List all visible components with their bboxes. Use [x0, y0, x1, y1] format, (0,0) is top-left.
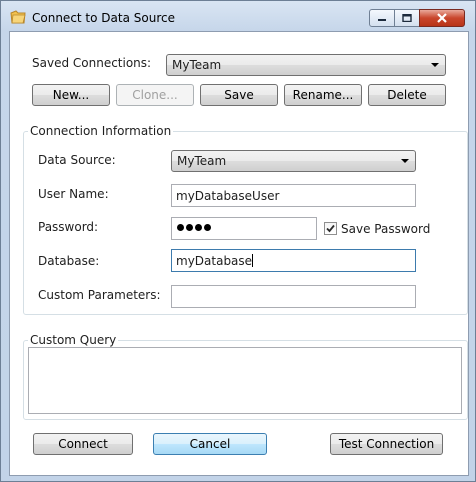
saved-connections-select[interactable]: MyTeam: [166, 54, 446, 76]
clone-button[interactable]: Clone...: [116, 84, 194, 106]
new-button[interactable]: New...: [32, 84, 110, 106]
custom-query-textarea[interactable]: [28, 347, 462, 414]
save-button[interactable]: Save: [200, 84, 278, 106]
text-caret: [252, 254, 254, 267]
chevron-down-icon: [431, 63, 439, 67]
custom-parameters-label: Custom Parameters:: [38, 288, 161, 302]
chevron-down-icon: [401, 159, 409, 163]
folder-icon: [10, 10, 26, 24]
test-connection-button[interactable]: Test Connection: [330, 433, 443, 455]
minimize-button[interactable]: [369, 9, 395, 27]
database-value: myDatabase: [176, 254, 253, 268]
rename-button[interactable]: Rename...: [284, 84, 362, 106]
connect-button[interactable]: Connect: [33, 433, 133, 455]
data-source-label: Data Source:: [38, 153, 116, 167]
close-icon: [437, 13, 447, 23]
user-name-value: myDatabaseUser: [176, 189, 280, 203]
maximize-icon: [402, 14, 412, 22]
data-source-select[interactable]: MyTeam: [171, 150, 416, 172]
password-dot: [204, 224, 211, 231]
window-controls: [369, 9, 465, 29]
minimize-icon: [378, 19, 386, 21]
save-password-label[interactable]: Save Password: [341, 222, 430, 236]
user-name-field[interactable]: myDatabaseUser: [171, 184, 416, 207]
database-field[interactable]: myDatabase: [171, 249, 416, 272]
password-dot: [186, 224, 193, 231]
close-button[interactable]: [419, 9, 465, 27]
checkmark-icon: [326, 224, 335, 233]
data-source-value: MyTeam: [177, 154, 227, 168]
user-name-label: User Name:: [38, 187, 109, 201]
save-password-checkbox[interactable]: [324, 222, 337, 235]
connection-info-title: Connection Information: [28, 124, 174, 138]
cancel-button[interactable]: Cancel: [153, 433, 267, 455]
password-field[interactable]: [171, 217, 317, 240]
delete-button[interactable]: Delete: [368, 84, 446, 106]
password-mask: [177, 224, 211, 231]
saved-connections-label: Saved Connections:: [32, 56, 152, 70]
custom-parameters-field[interactable]: [171, 285, 416, 308]
saved-connections-value: MyTeam: [172, 58, 222, 72]
title-bar[interactable]: Connect to Data Source: [1, 1, 475, 31]
password-dot: [177, 224, 184, 231]
maximize-button[interactable]: [394, 9, 420, 27]
dialog-window: Connect to Data Source Saved Connections…: [0, 0, 476, 482]
custom-query-title: Custom Query: [28, 333, 119, 347]
password-label: Password:: [38, 220, 99, 234]
dialog-content: Saved Connections: MyTeam New... Clone..…: [9, 31, 469, 476]
window-title: Connect to Data Source: [32, 11, 175, 25]
password-dot: [195, 224, 202, 231]
database-label: Database:: [38, 254, 100, 268]
